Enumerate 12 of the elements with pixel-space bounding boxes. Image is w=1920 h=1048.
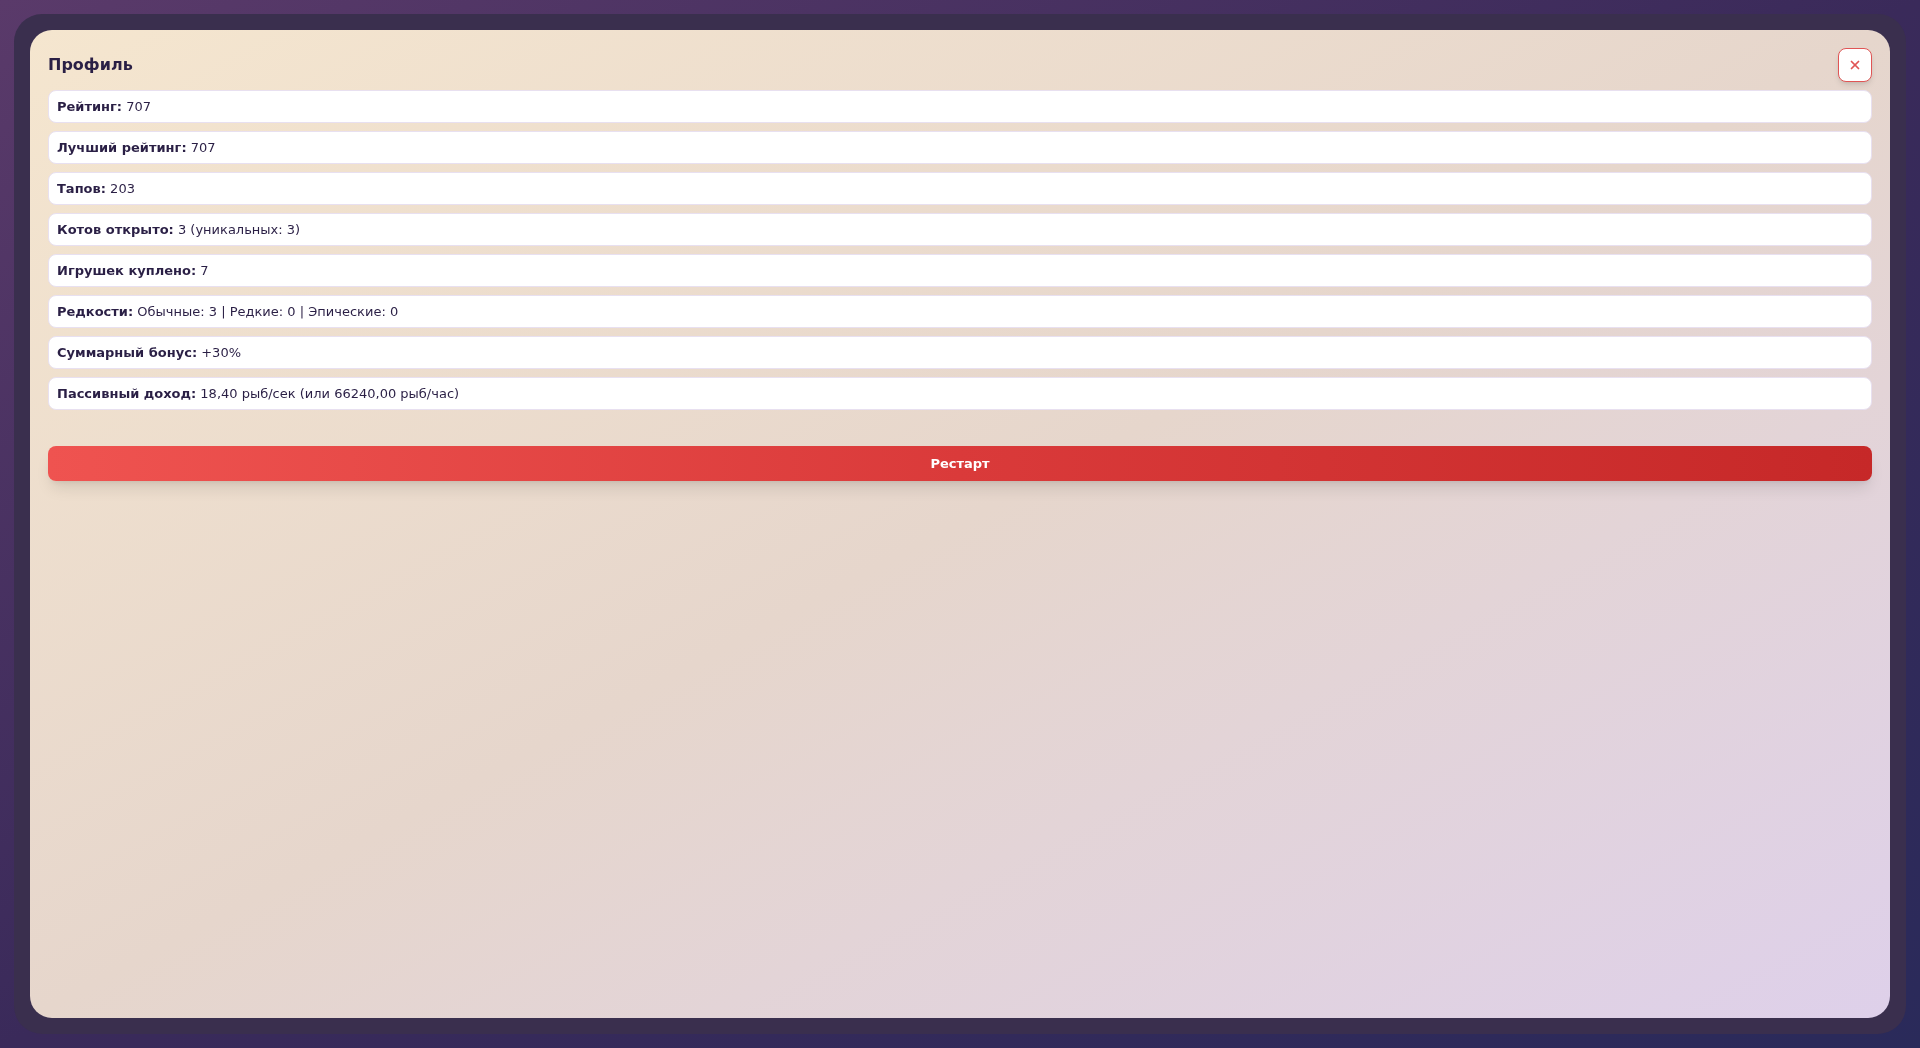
stat-text: Суммарный бонус: +30% [57, 343, 241, 362]
stat-text: Тапов: 203 [57, 179, 135, 198]
stat-text: Редкости: Обычные: 3 | Редкие: 0 | Эпические: 0 [57, 302, 399, 321]
stat-text: Лучший рейтинг: 707 [57, 138, 216, 157]
close-icon [1848, 58, 1862, 72]
stat-text: Котов открыто: 3 (уникальных: 3) [57, 220, 301, 239]
stat-text: Рейтинг: 707 [57, 97, 152, 116]
dialog-title: Профиль [48, 54, 133, 76]
stat-text: Пассивный доход: 18,40 рыб/сек (или 66240,00 рыб/час) [57, 384, 460, 403]
restart-button[interactable]: Рестарт [48, 446, 1872, 481]
stat-text: Игрушек куплено: 7 [57, 261, 209, 280]
close-button[interactable] [1838, 48, 1872, 82]
